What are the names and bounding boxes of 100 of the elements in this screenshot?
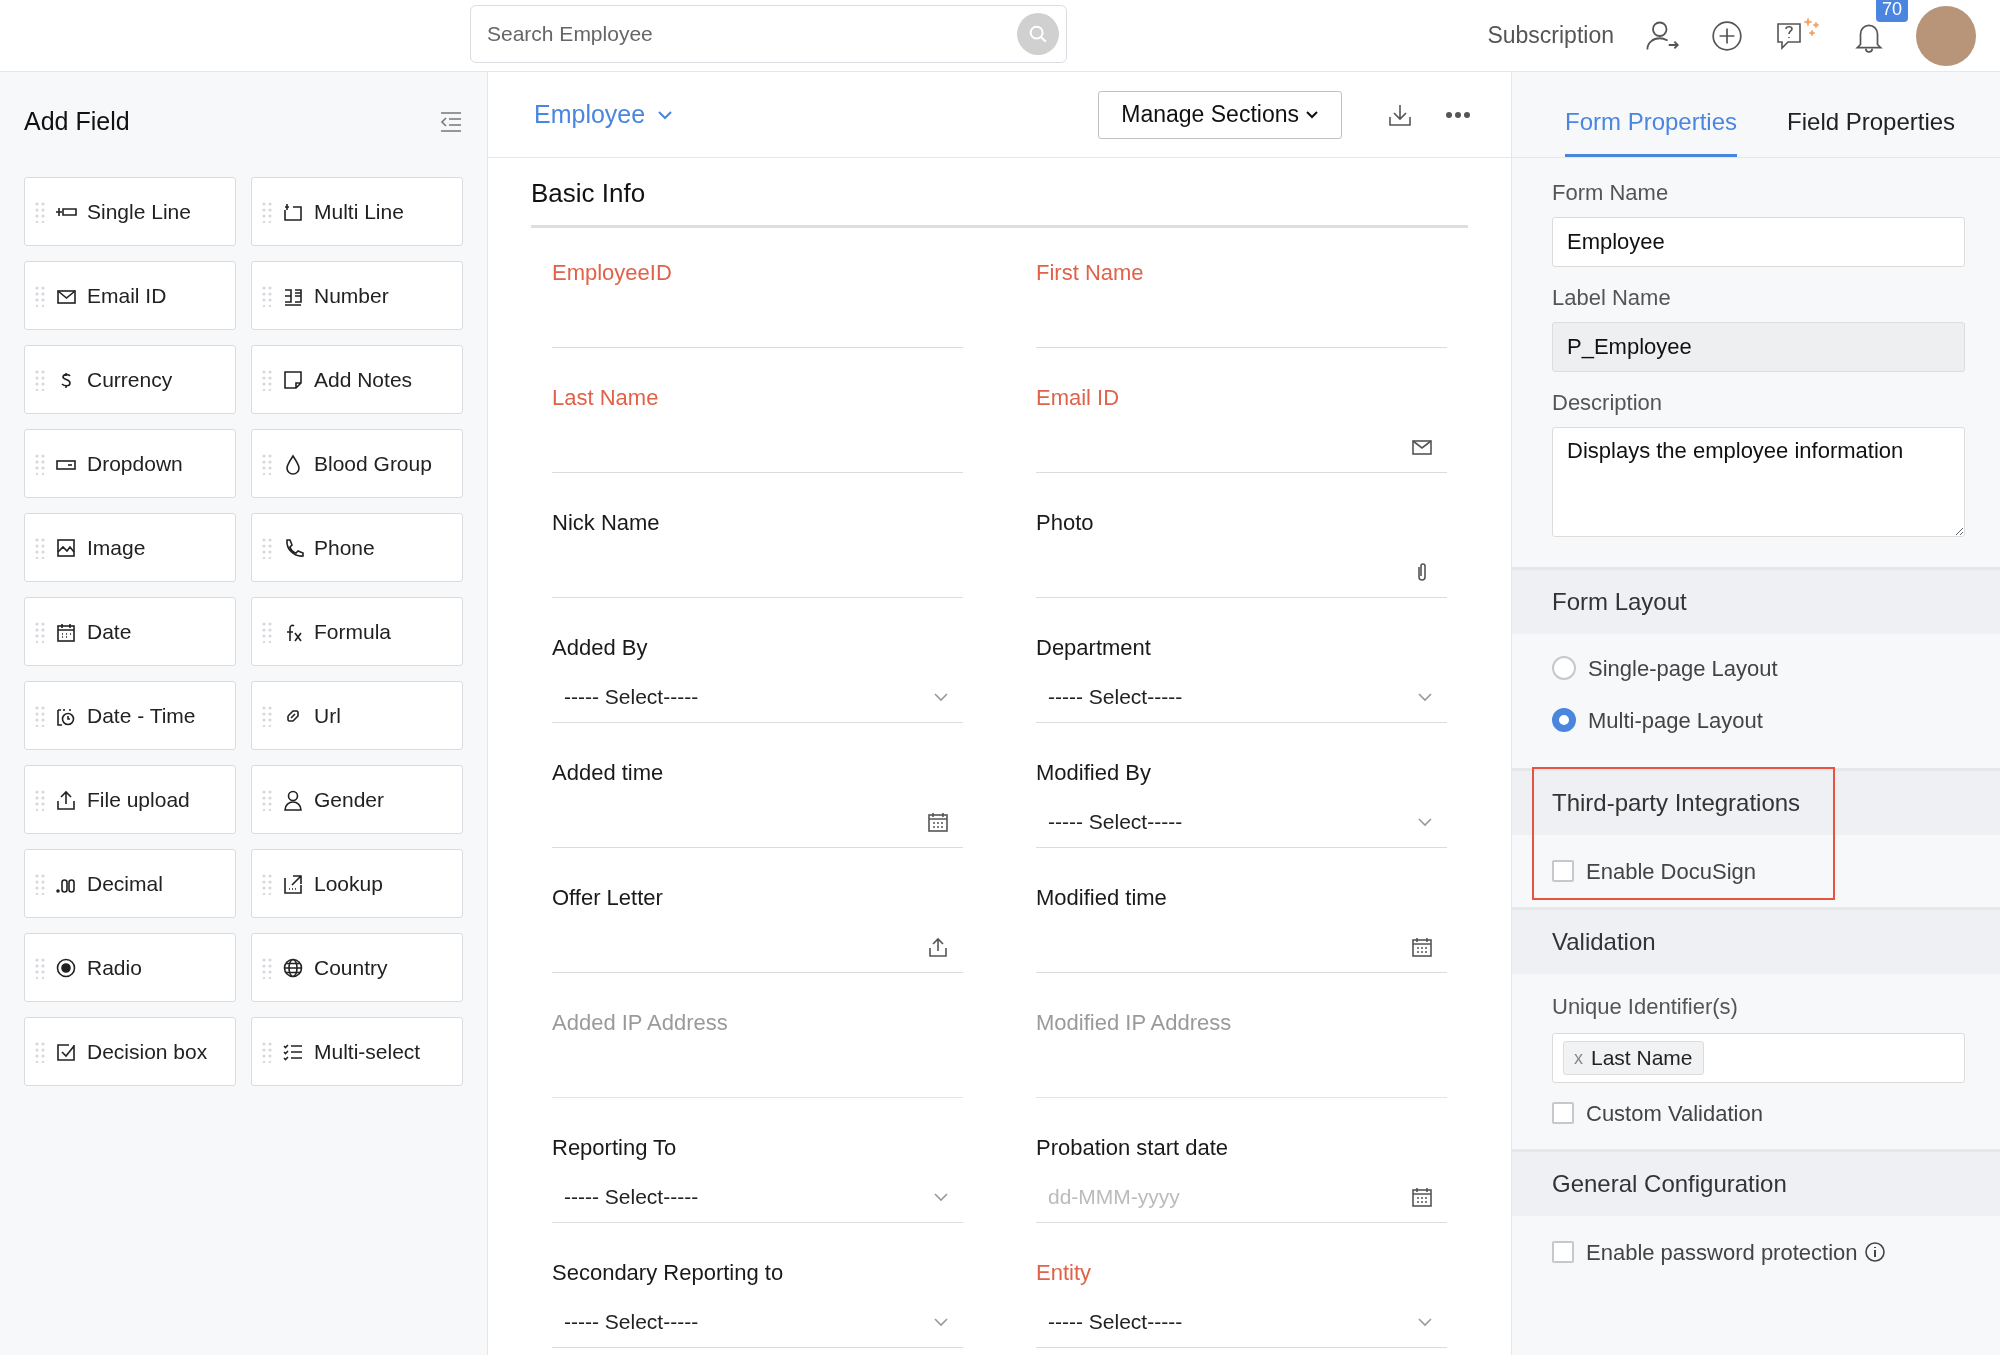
checkbox[interactable]: [1552, 860, 1574, 882]
drag-handle-icon: [35, 704, 45, 727]
radio-option[interactable]: Single-page Layout: [1552, 644, 1965, 692]
field-label: Department: [1036, 634, 1152, 662]
select-field[interactable]: ----- Select-----: [552, 1296, 963, 1348]
drag-handle-icon: [35, 788, 45, 811]
drag-handle-icon: [35, 1040, 45, 1063]
chevron-down-icon: [1417, 816, 1433, 827]
drag-handle-icon: [35, 284, 45, 307]
tags-field[interactable]: x Last Name: [1552, 1033, 1965, 1083]
field-tile[interactable]: Currency: [24, 345, 236, 414]
field-label: Reporting To: [552, 1134, 678, 1162]
select-field[interactable]: ----- Select-----: [1036, 671, 1447, 723]
checkbox[interactable]: [1552, 1102, 1574, 1124]
field-tile[interactable]: Number: [251, 261, 463, 330]
chevron-down-icon: [933, 1191, 949, 1202]
select-field[interactable]: ----- Select-----: [1036, 1296, 1447, 1348]
select-field[interactable]: ----- Select-----: [552, 1171, 963, 1223]
drag-handle-icon: [262, 788, 272, 811]
drag-handle-icon: [262, 872, 272, 895]
tab[interactable]: Field Properties: [1787, 104, 1956, 157]
note-icon: [282, 368, 304, 391]
field-label: Added time: [552, 759, 665, 787]
drag-handle-icon: [262, 620, 272, 643]
checkbox[interactable]: [1552, 1241, 1574, 1263]
drag-handle-icon: [262, 956, 272, 979]
field-label: Entity: [1036, 1259, 1093, 1287]
field-label: First Name: [1036, 259, 1145, 287]
chevron-down-icon: [1417, 1316, 1433, 1327]
field-label: Last Name: [552, 384, 660, 412]
checkbox-label: Enable password protection: [1586, 1238, 1858, 1267]
drag-handle-icon: [35, 536, 45, 559]
drag-handle-icon: [35, 368, 45, 391]
chevron-down-icon: [1417, 691, 1433, 702]
field-tile[interactable]: File upload: [24, 765, 236, 834]
field-tile[interactable]: Url: [251, 681, 463, 750]
field-tile[interactable]: Add Notes: [251, 345, 463, 414]
field-tile[interactable]: Single Line: [24, 177, 236, 246]
manage-sections-button[interactable]: Manage Sections: [1098, 90, 1342, 139]
field-tile[interactable]: Dropdown: [24, 429, 236, 498]
drag-handle-icon: [35, 200, 45, 223]
field-tile[interactable]: Decision box: [24, 1017, 236, 1086]
more-icon[interactable]: [1445, 110, 1471, 119]
chevron-down-icon: [933, 691, 949, 702]
radio-button[interactable]: [1552, 708, 1576, 732]
section-heading: Validation: [1552, 927, 1656, 957]
lookup-icon: [282, 872, 304, 895]
search-field[interactable]: Search Employee: [470, 5, 1067, 63]
field-label: Form Name: [1552, 179, 1670, 207]
text-field[interactable]: Employee: [1552, 217, 1965, 267]
field-label: EmployeeID: [552, 259, 673, 287]
field-label: Description: [1552, 389, 1664, 417]
field-tile[interactable]: Blood Group: [251, 429, 463, 498]
upload-icon: [927, 935, 949, 958]
field-label: Label Name: [1552, 284, 1672, 312]
calendar-icon: [927, 810, 949, 833]
select-field[interactable]: ----- Select-----: [552, 671, 963, 723]
drag-handle-icon: [262, 284, 272, 307]
checkbox-label: Enable DocuSign: [1586, 857, 1756, 886]
field-tile[interactable]: Multi-select: [251, 1017, 463, 1086]
field-label: Added By: [552, 634, 649, 662]
drag-handle-icon: [262, 452, 272, 475]
field-tile[interactable]: Multi Line: [251, 177, 463, 246]
drag-handle-icon: [262, 368, 272, 391]
field-tile[interactable]: Phone: [251, 513, 463, 582]
collapse-panel-icon[interactable]: [439, 110, 463, 133]
select-field[interactable]: ----- Select-----: [1036, 796, 1447, 848]
chevron-down-icon: [657, 109, 674, 120]
field-tile[interactable]: Decimal: [24, 849, 236, 918]
field-tile[interactable]: Email ID: [24, 261, 236, 330]
description-field[interactable]: Displays the employee information: [1552, 427, 1965, 537]
drag-handle-icon: [35, 452, 45, 475]
field-label: Photo: [1036, 509, 1095, 537]
chevron-down-icon: [933, 1316, 949, 1327]
subscription-link[interactable]: Subscription: [1487, 18, 1614, 53]
field-label: Probation start date: [1036, 1134, 1229, 1162]
radio-option[interactable]: Multi-page Layout: [1552, 696, 1965, 744]
field-tile[interactable]: Date - Time: [24, 681, 236, 750]
field-tile[interactable]: Country: [251, 933, 463, 1002]
notification-badge: 70: [1876, 0, 1909, 22]
panel-title: Add Field: [24, 105, 130, 137]
radio-icon: [55, 956, 77, 979]
field-tile[interactable]: Formula: [251, 597, 463, 666]
add-circle-icon[interactable]: [1710, 18, 1744, 53]
field-label: Unique Identifier(s): [1552, 993, 1739, 1021]
field-tile[interactable]: Lookup: [251, 849, 463, 918]
field-tile[interactable]: Gender: [251, 765, 463, 834]
field-tile[interactable]: Image: [24, 513, 236, 582]
field-tile[interactable]: Date: [24, 597, 236, 666]
radio-button[interactable]: [1552, 656, 1576, 680]
upload-icon: [55, 788, 77, 811]
person-icon: [282, 788, 304, 811]
field-tile[interactable]: Radio: [24, 933, 236, 1002]
drag-handle-icon: [262, 536, 272, 559]
field-label: Added IP Address: [552, 1009, 729, 1037]
drag-handle-icon: [35, 620, 45, 643]
search-icon: [1027, 23, 1049, 45]
form-selector[interactable]: Employee: [534, 95, 674, 134]
section-heading: General Configuration: [1552, 1169, 1787, 1199]
section-heading: Third-party Integrations: [1552, 788, 1801, 818]
